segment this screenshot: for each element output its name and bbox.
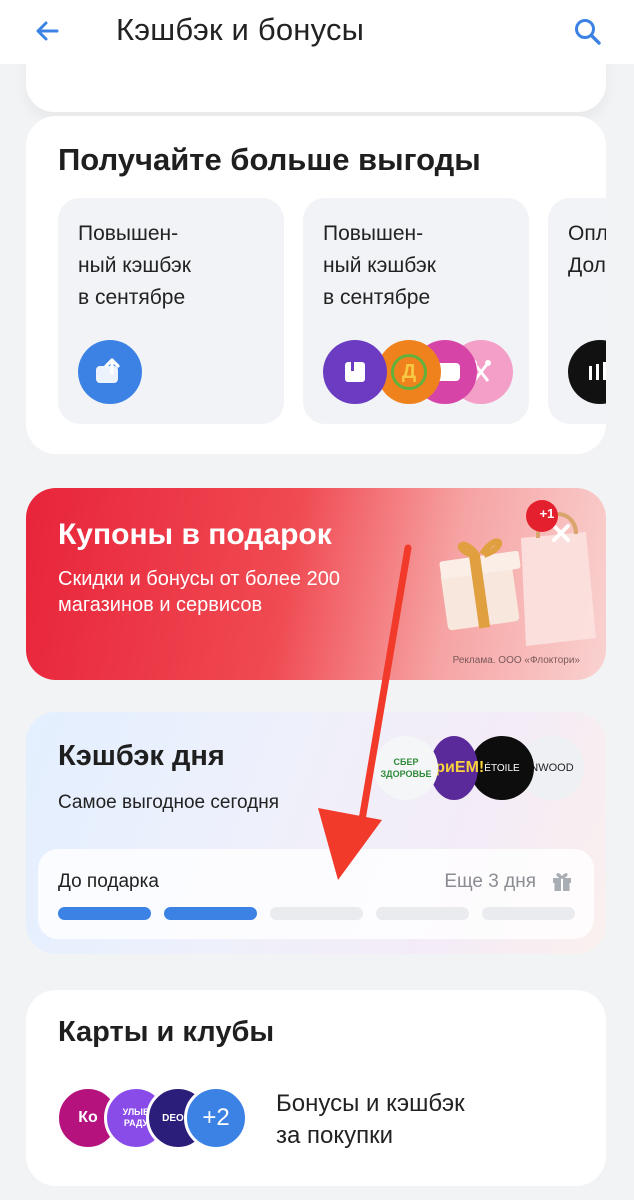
progress-segment xyxy=(376,907,469,920)
benefit-tile[interactable]: Опл Дол xyxy=(548,198,606,424)
partner-logo-label: СБЕР ЗДОРОВЬЕ xyxy=(380,757,432,779)
benefits-title: Получайте больше выгоды xyxy=(58,142,481,177)
app-bar: Кэшбэк и бонусы xyxy=(0,0,634,64)
back-button[interactable] xyxy=(30,14,64,48)
partner-logo-label: ÉTOILE xyxy=(484,762,520,774)
progress-label: До подарка xyxy=(58,871,159,892)
page-title: Кэшбэк и бонусы xyxy=(116,12,365,47)
partner-logo-label: NWOOD xyxy=(530,762,574,774)
wallet-up-icon xyxy=(78,340,142,404)
ad-disclaimer: Реклама. ООО «Флоктори» xyxy=(452,655,580,666)
benefit-tile[interactable]: Повышен- ный кэшбэк в сентябре xyxy=(58,198,284,424)
daily-subtitle: Самое выгодное сегодня xyxy=(58,792,279,813)
search-button[interactable] xyxy=(568,12,608,52)
gift-illustration-icon xyxy=(439,500,596,646)
progress-remaining: Еще 3 дня xyxy=(444,871,536,892)
search-icon xyxy=(575,19,601,45)
more-clubs-count: +2 xyxy=(202,1104,230,1131)
progress-segment xyxy=(270,907,363,920)
progress-segment xyxy=(164,907,257,920)
gift-progress: До подарка Еще 3 дня xyxy=(38,849,594,939)
clubs-title: Карты и клубы xyxy=(58,1016,275,1048)
benefit-tile-label: Повышен- ный кэшбэк в сентябре xyxy=(323,222,436,309)
clubs-description: Бонусы и кэшбэк за покупки xyxy=(276,1090,465,1149)
benefit-tile-label: Повышен- ный кэшбэк в сентябре xyxy=(78,222,191,309)
progress-segment xyxy=(482,907,575,920)
partner-logo-icon xyxy=(568,340,606,404)
partner-logo: СБЕР ЗДОРОВЬЕ xyxy=(374,736,438,800)
benefit-tile[interactable]: Повышен- ный кэшбэк в сентябре Д xyxy=(303,198,529,424)
cards-clubs-card[interactable]: Карты и клубы Ко УЛЫБ РАДУ DEONI +2 Бону… xyxy=(26,990,606,1186)
partner-logo-icon xyxy=(323,340,387,404)
gift-icon xyxy=(553,873,571,891)
daily-cashback-card[interactable]: Кэшбэк дня Самое выгодное сегодня NWOOD … xyxy=(26,712,606,954)
benefit-tile-label: Опл Дол xyxy=(568,222,606,277)
coupons-title: Купоны в подарок xyxy=(58,518,332,551)
progress-segment xyxy=(58,907,151,920)
arrow-left-icon xyxy=(36,21,59,41)
benefits-card: Получайте больше выгоды Повышен- ный кэш… xyxy=(26,116,606,454)
coupons-subtitle: Скидки и бонусы от более 200 магазинов и… xyxy=(58,568,340,616)
coupons-banner[interactable]: Купоны в подарок Скидки и бонусы от боле… xyxy=(26,488,606,680)
daily-partner-logos: NWOOD ÉTOILE ПриЕМ! СБЕР ЗДОРОВЬЕ xyxy=(374,736,584,800)
club-avatar-label: Ко xyxy=(78,1109,98,1126)
daily-title: Кэшбэк дня xyxy=(58,740,225,772)
more-clubs-badge: +2 xyxy=(184,1086,248,1150)
coupon-badge: +1 xyxy=(539,506,555,521)
